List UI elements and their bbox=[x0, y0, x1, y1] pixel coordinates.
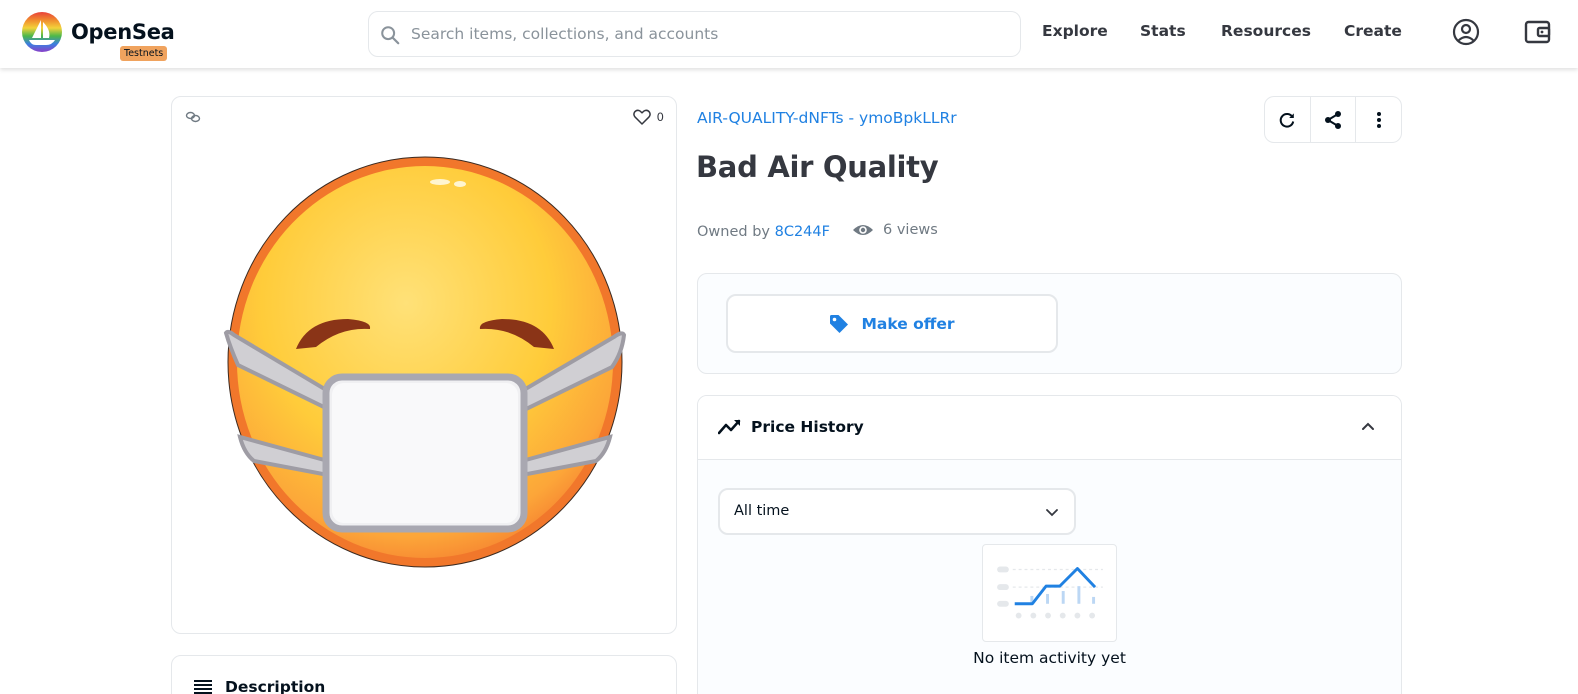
share-button[interactable] bbox=[1309, 97, 1356, 142]
asset-action-buttons bbox=[1264, 96, 1402, 143]
nft-image-card: 0 bbox=[171, 96, 677, 634]
search-icon bbox=[381, 26, 400, 45]
share-icon bbox=[1325, 110, 1341, 129]
tag-icon bbox=[830, 314, 849, 333]
chain-icon[interactable] bbox=[185, 110, 201, 124]
opensea-wordmark[interactable]: OpenSea bbox=[71, 20, 175, 44]
refresh-icon bbox=[1280, 112, 1295, 128]
refresh-button[interactable] bbox=[1265, 97, 1310, 142]
owner-link[interactable]: 8C244F bbox=[775, 224, 830, 240]
nav-resources[interactable]: Resources bbox=[1221, 22, 1311, 40]
price-history-panel: Price History All time No item activity … bbox=[697, 395, 1402, 694]
make-offer-label: Make offer bbox=[861, 314, 955, 333]
time-range-value: All time bbox=[734, 503, 790, 519]
nav-explore[interactable]: Explore bbox=[1042, 22, 1108, 40]
chevron-down-icon bbox=[1046, 509, 1058, 517]
description-title: Description bbox=[225, 678, 326, 694]
price-history-title: Price History bbox=[751, 418, 864, 436]
chevron-up-icon[interactable] bbox=[1361, 421, 1375, 431]
views-label: 6 views bbox=[883, 222, 938, 238]
search-bar[interactable] bbox=[368, 11, 1021, 57]
nft-image[interactable] bbox=[220, 155, 630, 569]
no-activity-message: No item activity yet bbox=[973, 649, 1126, 667]
collection-link[interactable]: AIR-QUALITY-dNFTs - ymoBpkLLRr bbox=[697, 109, 957, 127]
top-navbar: OpenSea Testnets Explore Stats Resources… bbox=[0, 0, 1578, 68]
empty-chart-illustration bbox=[982, 544, 1117, 642]
owned-by-label: Owned by bbox=[697, 224, 770, 240]
description-panel[interactable]: Description bbox=[171, 655, 677, 694]
menu-lines-icon bbox=[194, 680, 212, 694]
make-offer-button[interactable]: Make offer bbox=[726, 294, 1058, 353]
asset-title: Bad Air Quality bbox=[696, 150, 939, 184]
wallet-icon[interactable] bbox=[1523, 17, 1553, 47]
nav-stats[interactable]: Stats bbox=[1140, 22, 1186, 40]
price-history-header[interactable]: Price History bbox=[698, 396, 1401, 460]
opensea-logo-icon[interactable] bbox=[22, 12, 62, 52]
heart-icon bbox=[632, 109, 651, 125]
owner-line: Owned by 8C244F bbox=[697, 224, 830, 240]
account-icon[interactable] bbox=[1451, 17, 1481, 47]
favorites-count: 0 bbox=[656, 110, 664, 124]
more-icon bbox=[1376, 111, 1381, 128]
time-range-select[interactable]: All time bbox=[718, 488, 1076, 535]
trending-icon bbox=[718, 419, 741, 435]
search-input[interactable] bbox=[411, 22, 1001, 46]
favorite-button[interactable]: 0 bbox=[632, 109, 664, 125]
views-count: 6 views bbox=[852, 222, 938, 238]
trade-panel: Make offer bbox=[697, 273, 1402, 374]
eye-icon bbox=[853, 225, 873, 235]
nav-create[interactable]: Create bbox=[1344, 22, 1402, 40]
more-options-button[interactable] bbox=[1355, 97, 1401, 142]
testnets-badge: Testnets bbox=[120, 46, 168, 61]
